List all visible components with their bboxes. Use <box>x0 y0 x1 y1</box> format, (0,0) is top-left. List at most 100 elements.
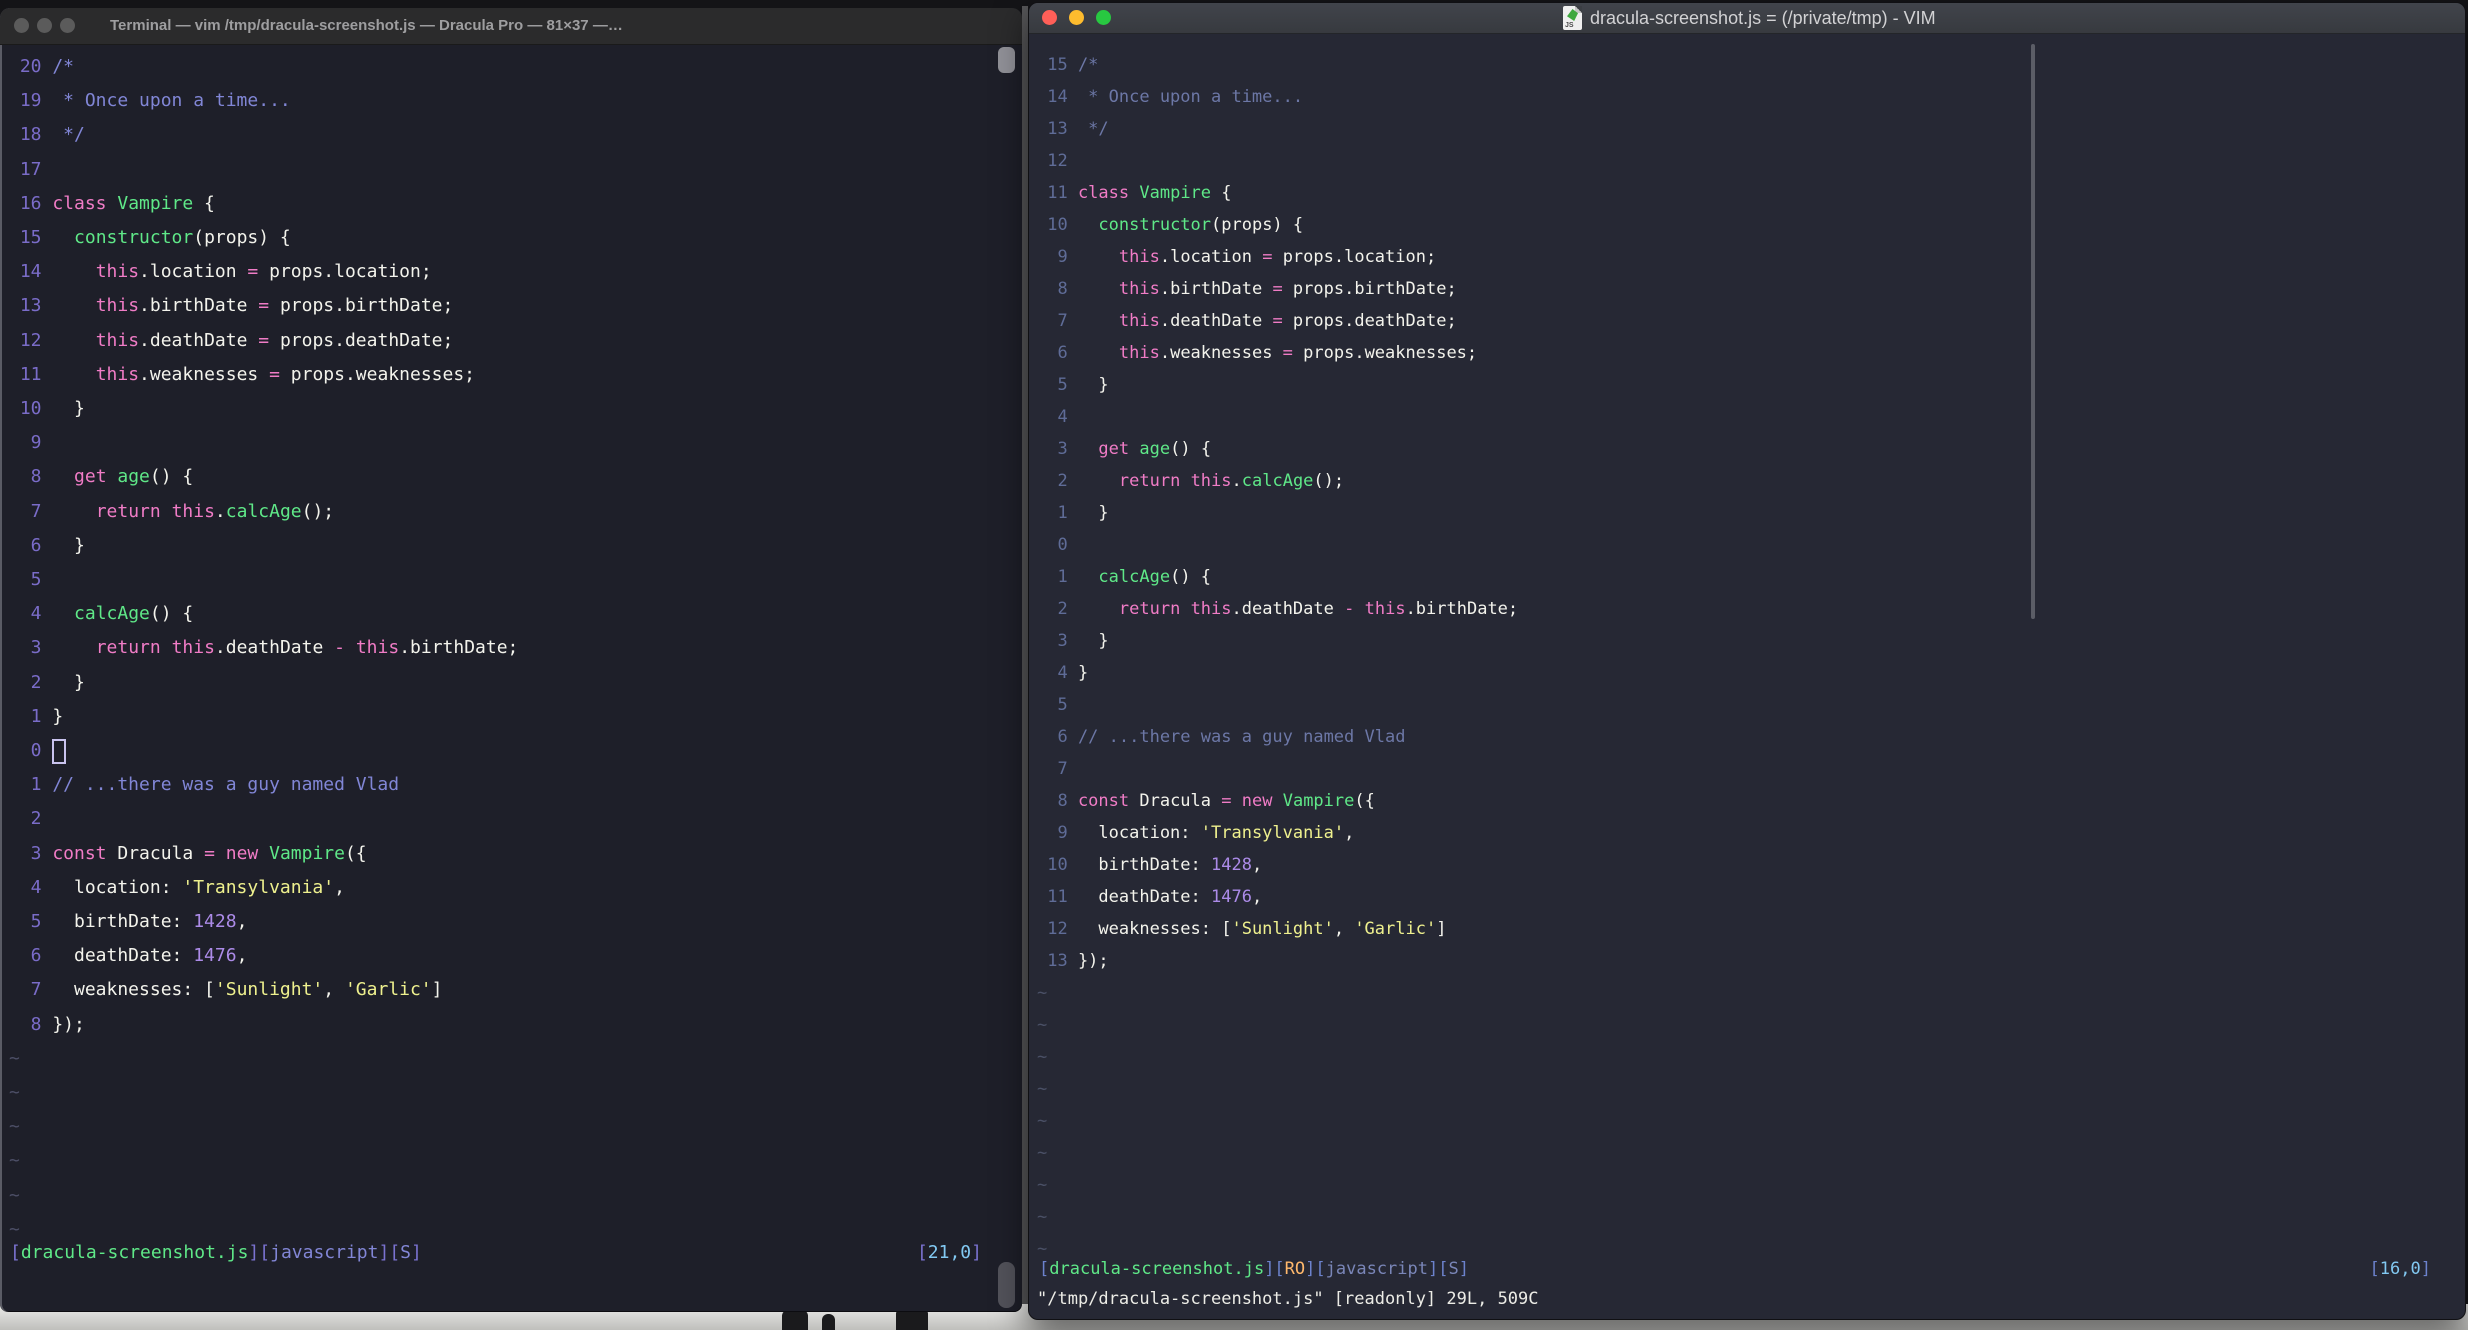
scrollbar-thumb[interactable] <box>998 1262 1015 1308</box>
line-number: 3 <box>30 842 42 864</box>
code-token: .deathDate <box>214 637 335 659</box>
code-token: constructor <box>74 227 194 248</box>
code-token: Vampire <box>1139 183 1212 203</box>
code-line: 5 <box>1037 695 1078 716</box>
code-token: , <box>323 979 345 1001</box>
code-token: = <box>1221 791 1232 811</box>
code-token: }); <box>52 1013 85 1035</box>
line-number: 12 <box>1047 151 1068 171</box>
code-token: (); <box>301 500 335 522</box>
statusline-segment: [ <box>916 1242 928 1263</box>
code-line: 1 calcAge() { <box>1037 567 1211 588</box>
code-token: this <box>95 363 140 385</box>
code-token: new <box>225 842 259 864</box>
code-token: } <box>1077 375 1109 395</box>
vim-buffer-right[interactable]: 15/* 14 * Once upon a time... 13 */12 11 cla… <box>1029 3 2465 1319</box>
code-token: props.birthDate; <box>1282 279 1457 299</box>
line-number: 5 <box>30 569 42 590</box>
code-line: 3 get age() { <box>1037 439 1211 460</box>
empty-line-tilde: ~ <box>1037 1143 1048 1163</box>
line-number: 0 <box>1057 535 1068 555</box>
code-token: this <box>95 261 140 283</box>
code-line: 5 } <box>1037 375 1109 396</box>
code-token: birthDate: <box>52 911 194 932</box>
code-token: calcAge <box>225 500 302 522</box>
code-line: 8 this.birthDate = props.birthDate; <box>1037 279 1457 300</box>
macvim-window: JS dracula-screenshot.js = (/private/tmp… <box>1028 2 2466 1320</box>
line-number: 15 <box>1047 55 1068 75</box>
code-line: 13 */ <box>1037 119 1108 140</box>
line-number: 10 <box>1047 855 1068 875</box>
line-number: 8 <box>30 466 42 488</box>
code-token: .location <box>1159 247 1263 267</box>
code-token: Dracula <box>106 842 205 864</box>
statusline-segment: ][ <box>1428 1259 1449 1279</box>
code-line: 0 <box>1037 535 1078 556</box>
code-token: ({ <box>1354 791 1375 811</box>
code-token: constructor <box>1098 215 1212 235</box>
statusline-segment: ][ <box>378 1242 401 1263</box>
code-line: 9 <box>9 432 52 455</box>
code-token: this <box>1190 599 1232 619</box>
code-line: 10 } <box>9 398 85 421</box>
statusline-segment: 21,0 <box>927 1242 972 1263</box>
code-token: , <box>236 945 248 967</box>
code-line: 3 return this.deathDate - this.birthDate… <box>9 637 519 660</box>
line-number: 8 <box>1057 279 1068 299</box>
code-token: , <box>236 911 248 932</box>
code-token: , <box>1333 919 1355 939</box>
code-line: 14 * Once upon a time... <box>1037 87 1303 108</box>
code-token: location: <box>1077 823 1201 843</box>
code-line: 11 deathDate: 1476, <box>1037 887 1262 908</box>
code-token: deathDate: <box>1077 887 1211 907</box>
code-line: 13 this.birthDate = props.birthDate; <box>9 295 454 318</box>
vim-buffer-left[interactable]: 20/* 19 * Once upon a time... 18 */17 16 cla… <box>0 8 1022 1312</box>
code-token: { <box>1211 183 1232 203</box>
scrollbar-thumb[interactable] <box>998 47 1015 73</box>
background-window-artifact <box>782 1310 808 1330</box>
line-number: 2 <box>30 671 42 693</box>
code-token: () { <box>1170 567 1212 587</box>
code-token: } <box>1077 631 1109 651</box>
code-line: 8 get age() { <box>9 466 194 489</box>
code-token: props.location; <box>1272 247 1437 267</box>
code-line: 10 constructor(props) { <box>1037 215 1303 236</box>
code-line: 1} <box>9 706 64 729</box>
scrollbar-indicator[interactable] <box>2031 44 2035 619</box>
empty-line-tilde: ~ <box>9 1047 20 1069</box>
code-token: /* <box>52 56 75 77</box>
line-number: 8 <box>1057 791 1068 811</box>
code-token: const <box>52 842 107 864</box>
code-token: props.weaknesses; <box>279 363 476 385</box>
code-token: = <box>1272 311 1283 331</box>
line-number: 6 <box>1057 727 1068 747</box>
line-number: 6 <box>1057 343 1068 363</box>
code-token: 'Sunlight' <box>1231 919 1334 939</box>
statusline-segment: ] <box>1458 1259 1469 1279</box>
code-token: class <box>52 192 107 214</box>
code-token: .birthDate <box>139 295 259 317</box>
line-number: 4 <box>1057 407 1068 427</box>
code-token: this <box>1190 471 1232 491</box>
empty-line-tilde: ~ <box>1037 1047 1048 1067</box>
statusline-segment: ] <box>971 1242 982 1263</box>
desktop: { "left_window": { "title": "Terminal — … <box>0 0 2468 1330</box>
code-line: 2 } <box>9 672 85 695</box>
code-token: .weaknesses <box>1159 343 1283 363</box>
code-line: 2 <box>9 808 52 831</box>
line-number: 2 <box>30 808 42 830</box>
code-token: 'Transylvania' <box>182 876 335 898</box>
line-number: 2 <box>1057 599 1068 619</box>
code-token: .deathDate <box>1159 311 1273 331</box>
statusline-segment: javascript <box>1325 1259 1428 1279</box>
code-token: * Once upon a time... <box>52 90 291 112</box>
code-line: 3 } <box>1037 631 1109 652</box>
line-number: 4 <box>30 603 42 625</box>
code-token: */ <box>52 124 85 146</box>
line-number: 1 <box>30 774 42 796</box>
code-token: // ...there was a guy named Vlad <box>52 774 400 796</box>
